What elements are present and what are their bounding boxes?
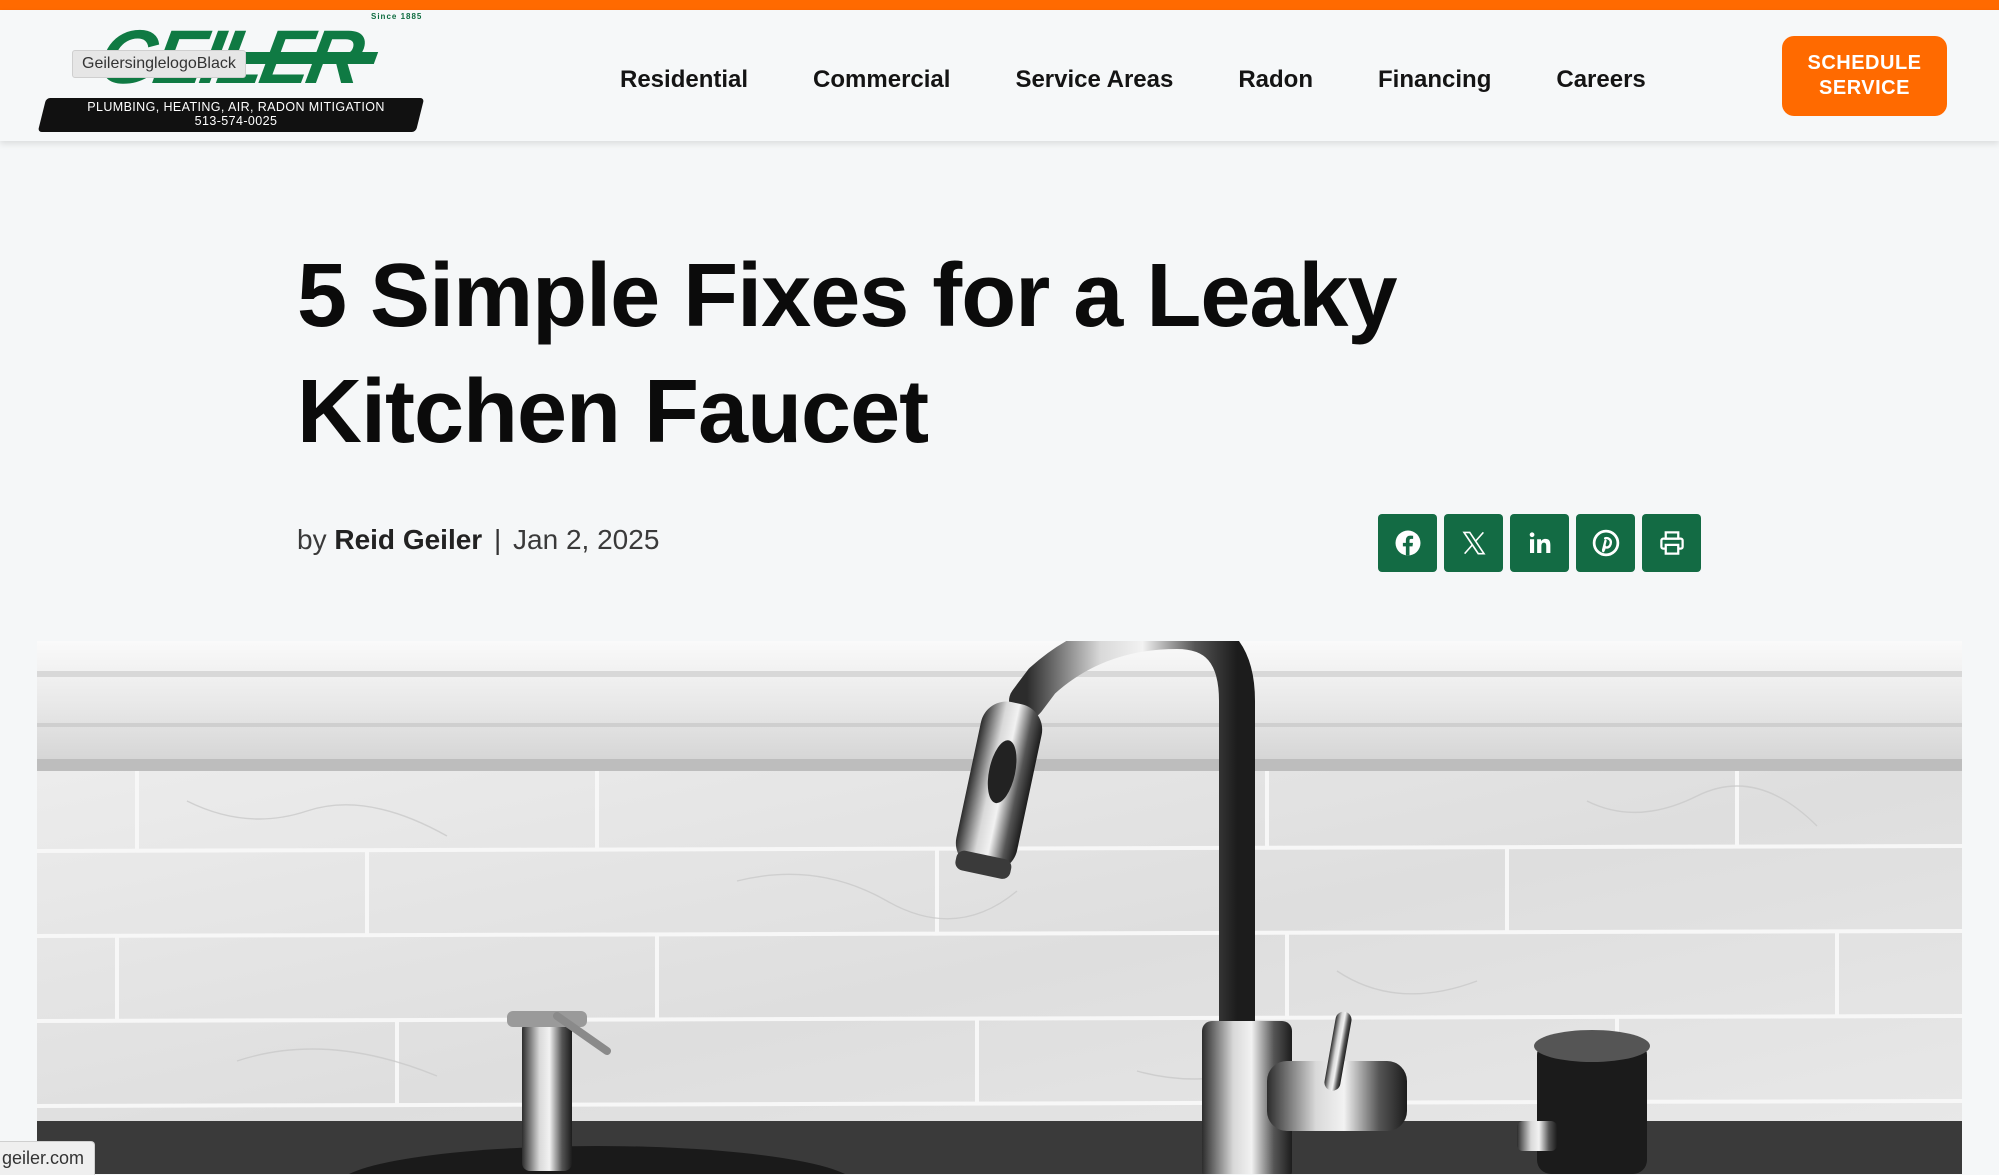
site-logo[interactable]: Since 1885 GEILER PLUMBING, HEATING, AIR… (36, 12, 428, 138)
nav-item-careers[interactable]: Careers (1556, 60, 1645, 100)
main-nav: Residential Commercial Service Areas Rad… (620, 60, 1711, 100)
share-buttons (1378, 514, 1708, 572)
share-facebook-button[interactable] (1378, 514, 1437, 572)
article-title-line-2: Kitchen Faucet (297, 362, 929, 462)
nav-item-residential[interactable]: Residential (620, 60, 748, 100)
x-icon (1461, 531, 1486, 555)
schedule-service-label: SCHEDULE SERVICE (1807, 52, 1922, 99)
logo-tagline: PLUMBING, HEATING, AIR, RADON MITIGATION (87, 100, 385, 114)
print-icon (1659, 531, 1684, 555)
nav-item-radon[interactable]: Radon (1238, 60, 1313, 100)
byline-separator: | (493, 524, 502, 555)
hero-image (37, 641, 1962, 1174)
author-link[interactable]: Reid Geiler (334, 524, 482, 555)
logo-since-text: Since 1885 (371, 12, 423, 21)
pinterest-icon (1592, 529, 1619, 557)
status-bar-url: geiler.com (0, 1141, 96, 1175)
site-header: Since 1885 GEILER PLUMBING, HEATING, AIR… (0, 10, 1999, 141)
logo-tagline-block: PLUMBING, HEATING, AIR, RADON MITIGATION… (56, 100, 416, 128)
nav-item-financing[interactable]: Financing (1378, 60, 1491, 100)
nav-item-service-areas[interactable]: Service Areas (1015, 60, 1173, 100)
article-title-line-1: 5 Simple Fixes for a Leaky (297, 246, 1398, 346)
print-button[interactable] (1642, 514, 1701, 572)
schedule-service-button[interactable]: SCHEDULE SERVICE (1782, 36, 1947, 116)
publish-date: Jan 2, 2025 (513, 524, 660, 555)
article-title: 5 Simple Fixes for a Leaky Kitchen Fauce… (297, 238, 1597, 470)
kitchen-faucet-photo (37, 641, 1962, 1174)
share-pinterest-button[interactable] (1576, 514, 1635, 572)
share-linkedin-button[interactable] (1510, 514, 1569, 572)
top-accent-bar (0, 0, 1999, 10)
logo-phone: 513-574-0025 (194, 114, 278, 128)
share-x-button[interactable] (1444, 514, 1503, 572)
article-byline: by Reid Geiler | Jan 2, 2025 (297, 524, 659, 556)
nav-item-commercial[interactable]: Commercial (813, 60, 950, 100)
linkedin-icon (1529, 532, 1550, 553)
logo-tooltip: GeilersinglelogoBlack (72, 50, 246, 78)
facebook-icon (1395, 530, 1420, 556)
byline-prefix: by (297, 524, 327, 555)
